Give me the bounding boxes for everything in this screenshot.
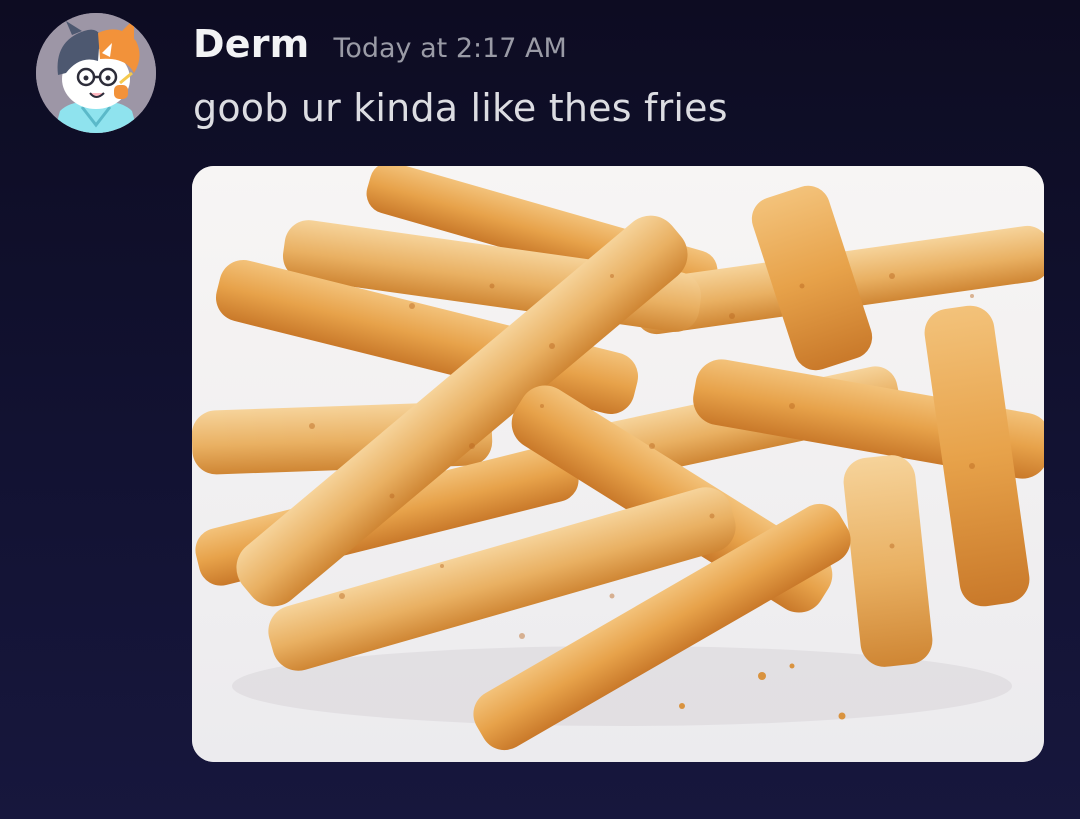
cartoon-character-avatar-icon [36, 13, 156, 133]
french-fries-photo-icon [192, 166, 1044, 762]
username[interactable]: Derm [193, 22, 309, 66]
message-header: Derm Today at 2:17 AM [193, 22, 567, 74]
image-attachment[interactable] [192, 166, 1044, 762]
user-avatar[interactable] [36, 13, 156, 133]
message-content: goob ur kinda like thes fries [193, 86, 728, 130]
chat-message: Derm Today at 2:17 AM goob ur kinda like… [0, 0, 1080, 819]
message-timestamp: Today at 2:17 AM [333, 33, 567, 64]
